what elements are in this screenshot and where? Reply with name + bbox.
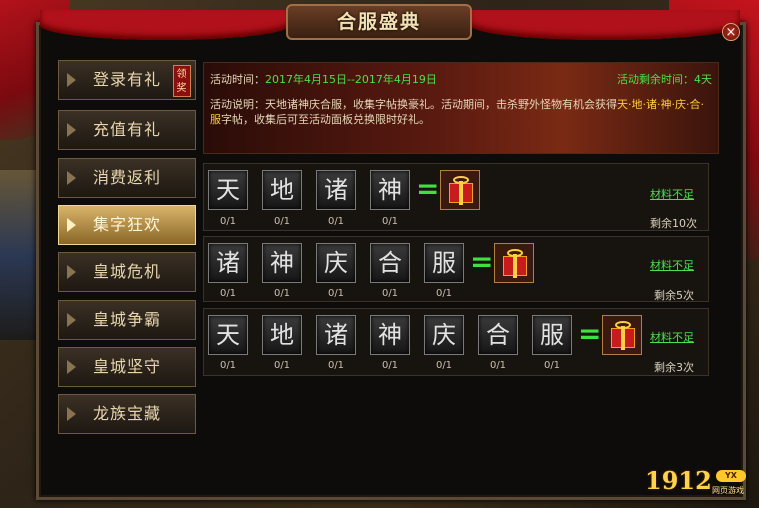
remaining-value: 4天 bbox=[694, 73, 712, 86]
gift-box-icon[interactable] bbox=[602, 315, 642, 355]
sidebar-item-city-battle[interactable]: 皇城争霸 bbox=[58, 300, 196, 340]
material-status-link[interactable]: 材料不足 bbox=[650, 329, 694, 345]
equals-sign: = bbox=[416, 172, 440, 205]
char-count: 0/1 bbox=[543, 360, 561, 371]
remaining-count: 剩余3次 bbox=[654, 361, 694, 374]
char-slot: 服 bbox=[424, 243, 464, 283]
gift-box-icon[interactable] bbox=[494, 243, 534, 283]
sidebar-item-label: 集字狂欢 bbox=[93, 215, 162, 234]
arrow-icon bbox=[67, 171, 76, 185]
char-count: 0/1 bbox=[381, 288, 399, 299]
char-slot: 天 bbox=[208, 170, 248, 210]
gift-box-icon[interactable] bbox=[440, 170, 480, 210]
exchange-row-2: 诸 神 庆 合 服 0/1 0/1 0/1 0/1 0/1 = 材料不足 剩余5… bbox=[203, 236, 709, 302]
sidebar-item-collect-words[interactable]: 集字狂欢 bbox=[58, 205, 196, 245]
site-logo: 1912 bbox=[645, 466, 712, 495]
arrow-icon bbox=[67, 123, 76, 137]
right-drape bbox=[470, 10, 740, 40]
sidebar-item-label: 消费返利 bbox=[93, 168, 162, 187]
equals-sign: = bbox=[470, 245, 494, 278]
description-text-end: 字帖，收集后可至活动面板兑换限时好礼。 bbox=[221, 113, 430, 126]
char-slot: 地 bbox=[262, 170, 302, 210]
sidebar-item-label: 充值有礼 bbox=[93, 120, 162, 139]
window-title: 合服盛典 bbox=[286, 4, 472, 40]
equals-sign: = bbox=[578, 317, 602, 350]
remaining-count: 剩余5次 bbox=[654, 289, 694, 302]
exchange-row-1: 天 地 诸 神 0/1 0/1 0/1 0/1 = 材料不足 剩余10次 bbox=[203, 163, 709, 231]
sidebar-item-dragon-treasure[interactable]: 龙族宝藏 bbox=[58, 394, 196, 434]
description-text: 活动说明：天地诸神庆合服，收集字帖换豪礼。活动期间，击杀野外怪物有机会获得 bbox=[210, 98, 617, 111]
sidebar-item-label: 登录有礼 bbox=[93, 70, 162, 89]
char-slot: 神 bbox=[262, 243, 302, 283]
arrow-icon bbox=[67, 360, 76, 374]
remaining-label: 活动剩余时间： bbox=[617, 73, 694, 86]
logo-badge: YX bbox=[716, 470, 746, 482]
char-slot: 神 bbox=[370, 315, 410, 355]
arrow-icon bbox=[67, 265, 76, 279]
event-time-value: 2017年4月15日--2017年4月19日 bbox=[265, 73, 437, 86]
arrow-icon bbox=[67, 73, 76, 87]
char-slot: 天 bbox=[208, 315, 248, 355]
char-count: 0/1 bbox=[489, 360, 507, 371]
left-drape bbox=[40, 10, 290, 40]
event-time-label: 活动时间： bbox=[210, 73, 265, 86]
char-slot: 庆 bbox=[424, 315, 464, 355]
event-banner: 活动时间：2017年4月15日--2017年4月19日 活动剩余时间：4天 活动… bbox=[203, 62, 719, 154]
char-slot: 合 bbox=[370, 243, 410, 283]
logo-caption: 网页游戏 bbox=[712, 486, 744, 495]
sidebar-item-label: 皇城争霸 bbox=[93, 310, 162, 329]
event-time: 活动时间：2017年4月15日--2017年4月19日 bbox=[210, 71, 437, 87]
material-status-link[interactable]: 材料不足 bbox=[650, 186, 694, 202]
sidebar-item-city-crisis[interactable]: 皇城危机 bbox=[58, 252, 196, 292]
char-count: 0/1 bbox=[219, 288, 237, 299]
char-count: 0/1 bbox=[327, 216, 345, 227]
char-slot: 服 bbox=[532, 315, 572, 355]
char-slot: 庆 bbox=[316, 243, 356, 283]
char-slot: 诸 bbox=[208, 243, 248, 283]
char-count: 0/1 bbox=[435, 288, 453, 299]
sidebar-item-city-defense[interactable]: 皇城坚守 bbox=[58, 347, 196, 387]
close-button[interactable]: × bbox=[722, 23, 740, 41]
char-slot: 诸 bbox=[316, 315, 356, 355]
char-count: 0/1 bbox=[273, 360, 291, 371]
sidebar-item-login-reward[interactable]: 登录有礼 领奖 bbox=[58, 60, 196, 100]
sidebar-item-spend-rebate[interactable]: 消费返利 bbox=[58, 158, 196, 198]
arrow-icon bbox=[67, 218, 76, 232]
exchange-row-3: 天 地 诸 神 庆 合 服 0/1 0/1 0/1 0/1 0/1 0/1 0/… bbox=[203, 308, 709, 376]
char-count: 0/1 bbox=[327, 288, 345, 299]
char-count: 0/1 bbox=[219, 360, 237, 371]
sidebar-item-label: 皇城危机 bbox=[93, 262, 162, 281]
char-slot: 诸 bbox=[316, 170, 356, 210]
char-count: 0/1 bbox=[219, 216, 237, 227]
sidebar-item-label: 龙族宝藏 bbox=[93, 404, 162, 423]
char-count: 0/1 bbox=[381, 216, 399, 227]
char-count: 0/1 bbox=[435, 360, 453, 371]
claim-badge[interactable]: 领奖 bbox=[173, 65, 191, 97]
sidebar-item-label: 皇城坚守 bbox=[93, 357, 162, 376]
arrow-icon bbox=[67, 407, 76, 421]
material-status-link[interactable]: 材料不足 bbox=[650, 257, 694, 273]
char-slot: 神 bbox=[370, 170, 410, 210]
sidebar-item-recharge-reward[interactable]: 充值有礼 bbox=[58, 110, 196, 150]
char-count: 0/1 bbox=[273, 288, 291, 299]
char-slot: 地 bbox=[262, 315, 302, 355]
char-count: 0/1 bbox=[381, 360, 399, 371]
char-count: 0/1 bbox=[327, 360, 345, 371]
event-description: 活动说明：天地诸神庆合服，收集字帖换豪礼。活动期间，击杀野外怪物有机会获得天·地… bbox=[210, 97, 710, 127]
remaining-count: 剩余10次 bbox=[650, 217, 697, 230]
event-remaining: 活动剩余时间：4天 bbox=[617, 71, 712, 87]
char-count: 0/1 bbox=[273, 216, 291, 227]
arrow-icon bbox=[67, 313, 76, 327]
char-slot: 合 bbox=[478, 315, 518, 355]
